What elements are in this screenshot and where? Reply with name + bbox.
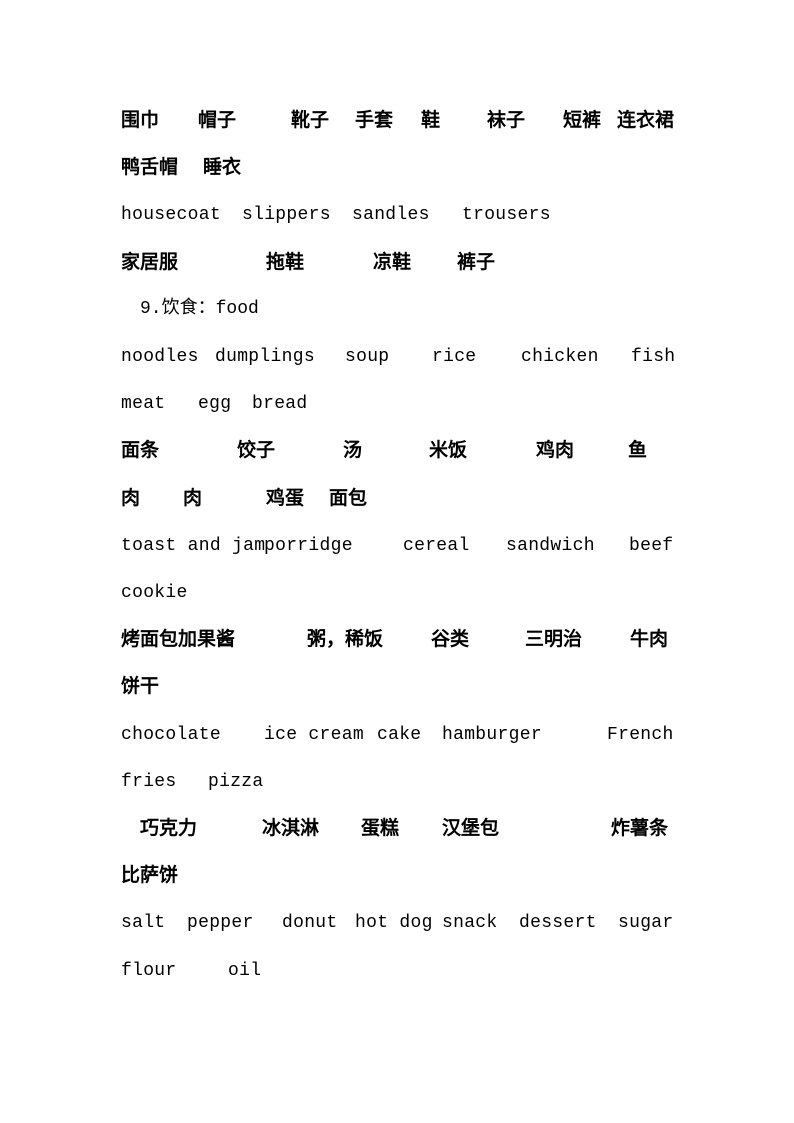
food-cn-line-2b: 饼干	[0, 674, 794, 698]
word-cn: 肉	[121, 487, 141, 509]
word-en: salt	[121, 913, 166, 933]
word-cn: 比萨饼	[121, 864, 179, 886]
word-cn: 裤子	[457, 251, 496, 273]
word-en: trousers	[462, 205, 551, 225]
word-cn: 帽子	[198, 109, 237, 131]
word-en: hamburger	[442, 725, 542, 745]
word-en: sugar	[618, 913, 674, 933]
clothing-en-line-3: housecoat slippers sandles trousers	[0, 203, 794, 227]
word-en: oil	[228, 961, 262, 981]
word-en: sandles	[352, 205, 430, 225]
word-cn: 凉鞋	[373, 251, 412, 273]
word-en: soup	[345, 347, 390, 367]
word-cn: 鞋	[421, 109, 441, 131]
word-en: meat	[121, 394, 166, 414]
word-cn: 鱼	[628, 439, 648, 461]
food-en-line-4b: flour oil	[0, 959, 794, 983]
food-en-line-1: noodles dumplings soup rice chicken fish	[0, 345, 794, 369]
word-cn: 饼干	[121, 675, 160, 697]
clothing-cn-line-1: 围巾 帽子 靴子 手套 鞋 袜子 短裤 连衣裙	[0, 108, 794, 132]
food-en-line-4: salt pepper donut hot dog snack dessert …	[0, 911, 794, 935]
word-en: donut	[282, 913, 338, 933]
word-cn: 鸡蛋	[266, 487, 305, 509]
word-cn: 面条	[121, 439, 160, 461]
word-en: hot dog	[355, 913, 433, 933]
word-cn: 袜子	[487, 109, 526, 131]
clothing-cn-line-2: 鸭舌帽 睡衣	[0, 155, 794, 179]
word-cn: 牛肉	[630, 628, 669, 650]
food-cn-line-1: 面条 饺子 汤 米饭 鸡肉 鱼	[0, 438, 794, 462]
food-en-line-2: toast and jam porridge cereal sandwich b…	[0, 534, 794, 558]
word-cn: 连衣裙	[617, 109, 675, 131]
clothing-cn-line-3: 家居服 拖鞋 凉鞋 裤子	[0, 250, 794, 274]
section-heading: 9.饮食：food	[140, 299, 259, 319]
word-en: dumplings	[215, 347, 315, 367]
word-en: pepper	[187, 913, 254, 933]
word-en: chicken	[521, 347, 599, 367]
word-cn: 蛋糕	[361, 817, 400, 839]
word-cn: 围巾	[121, 109, 160, 131]
word-cn: 烤面包加果酱	[121, 628, 236, 650]
word-en: cake	[377, 725, 422, 745]
food-en-line-3: chocolate ice cream cake hamburger Frenc…	[0, 723, 794, 747]
word-cn: 面包	[329, 487, 368, 509]
word-cn: 拖鞋	[266, 251, 305, 273]
word-cn: 肉	[183, 487, 203, 509]
food-cn-line-1b: 肉 肉 鸡蛋 面包	[0, 486, 794, 510]
word-cn: 谷类	[431, 628, 470, 650]
word-cn: 手套	[355, 109, 394, 131]
food-en-line-1b: meat egg bread	[0, 392, 794, 416]
word-en: dessert	[519, 913, 597, 933]
food-cn-line-2: 烤面包加果酱 粥，稀饭 谷类 三明治 牛肉	[0, 627, 794, 651]
word-en: bread	[252, 394, 308, 414]
word-en: toast and jam	[121, 536, 266, 556]
word-en: porridge	[264, 536, 353, 556]
word-en: fries	[121, 772, 177, 792]
word-cn: 汤	[343, 439, 363, 461]
word-cn: 米饭	[429, 439, 468, 461]
food-cn-line-3: 巧克力 冰淇淋 蛋糕 汉堡包 炸薯条	[0, 816, 794, 840]
word-en: slippers	[242, 205, 331, 225]
word-cn: 饺子	[237, 439, 276, 461]
word-en: ice cream	[264, 725, 364, 745]
word-en: egg	[198, 394, 232, 414]
word-en: fish	[631, 347, 676, 367]
word-cn: 三明治	[525, 628, 583, 650]
word-cn: 炸薯条	[611, 817, 669, 839]
word-cn: 冰淇淋	[262, 817, 320, 839]
word-cn: 靴子	[291, 109, 330, 131]
word-cn: 短裤	[563, 109, 602, 131]
word-cn: 家居服	[121, 251, 179, 273]
word-cn: 鸭舌帽	[121, 156, 179, 178]
word-cn: 睡衣	[203, 156, 242, 178]
word-en: rice	[432, 347, 477, 367]
word-en: beef	[629, 536, 674, 556]
word-en: flour	[121, 961, 177, 981]
word-en: pizza	[208, 772, 264, 792]
word-en: noodles	[121, 347, 199, 367]
food-en-line-3b: fries pizza	[0, 770, 794, 794]
word-en: French	[607, 725, 674, 745]
word-en: sandwich	[506, 536, 595, 556]
section-heading-line: 9.饮食：food	[0, 297, 794, 321]
food-en-line-2b: cookie	[0, 581, 794, 605]
word-en: housecoat	[121, 205, 221, 225]
word-cn: 粥，稀饭	[307, 628, 384, 650]
word-en: chocolate	[121, 725, 221, 745]
word-cn: 汉堡包	[442, 817, 500, 839]
word-cn: 巧克力	[140, 817, 198, 839]
word-en: snack	[442, 913, 498, 933]
word-en: cookie	[121, 583, 188, 603]
food-cn-line-3b: 比萨饼	[0, 863, 794, 887]
word-en: cereal	[403, 536, 470, 556]
word-cn: 鸡肉	[536, 439, 575, 461]
